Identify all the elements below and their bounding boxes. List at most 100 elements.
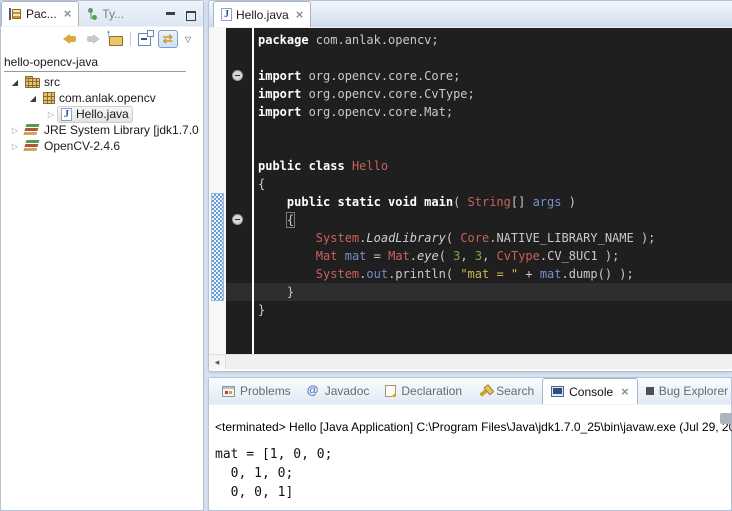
tab-package-explorer[interactable]: Pac... × [1,1,79,26]
code-line: { [258,211,732,229]
collapse-arrow-icon[interactable]: ◢ [9,78,21,87]
collapse-arrow-icon[interactable]: ◢ [27,94,39,103]
code-line [258,139,732,157]
close-icon[interactable]: × [621,387,629,397]
tree-item-com-anlak-opencv[interactable]: ◢ com.anlak.opencv [1,90,203,106]
editor-horizontal-scrollbar[interactable]: ◂ [209,354,732,369]
eclipse-workbench: Pac... × Ty... ⇄ ▽ hello-opencv-java ◢ sr… [0,0,732,511]
scroll-left-icon[interactable]: ◂ [209,356,226,369]
type-hierarchy-icon [86,8,98,20]
console-process-info: <terminated> Hello [Java Application] C:… [215,420,731,434]
code-line: System.out.println( "mat = " + mat.dump(… [258,265,732,283]
package-explorer-panel: Pac... × Ty... ⇄ ▽ hello-opencv-java ◢ sr… [0,0,204,511]
problems-icon [222,386,235,397]
search-icon [475,382,493,400]
java-file-icon [61,108,72,121]
editor-left-ruler [209,28,226,354]
maximize-icon [185,11,196,21]
tab-type-hierarchy[interactable]: Ty... [79,1,131,26]
gutter-separator [252,28,254,354]
package-icon [43,92,55,104]
maximize-button[interactable] [185,9,196,19]
library-icon [25,140,40,152]
view-menu-icon[interactable]: ▽ [185,35,191,44]
code-line: public static void main( String[] args ) [258,193,732,211]
java-file-icon [221,8,232,21]
tab-hello-java[interactable]: Hello.java × [213,1,311,27]
project-name[interactable]: hello-opencv-java [4,55,186,72]
explorer-tabstrip: Pac... × Ty... [1,1,203,27]
bottom-tabstrip: ProblemsJavadocDeclaration Search Console ×… [209,378,731,405]
minimize-icon [165,11,176,21]
code-line: import org.opencv.core.CvType; [258,85,732,103]
collapse-all-button[interactable] [138,33,151,46]
tab-label: Console [569,385,613,399]
go-up-button[interactable] [108,33,123,46]
code-editor[interactable]: package com.anlak.opencv; import org.open… [226,28,732,354]
tree-item-opencv-2-4-6[interactable]: ▷ OpenCV-2.4.6 [1,138,203,154]
code-line: } [258,283,732,301]
code-line: package com.anlak.opencv; [258,31,732,49]
fold-collapse-icon[interactable] [232,214,243,225]
toolbar-separator [130,32,131,46]
tab-label: Bug Explorer [659,384,728,398]
code-line [258,49,732,67]
library-icon [25,124,40,136]
tab-label: Search [496,384,534,398]
expand-arrow-icon[interactable]: ▷ [45,110,57,119]
tab-declaration[interactable]: Declaration [377,378,470,404]
tree-item-label: src [44,75,60,89]
code-line [258,121,732,139]
close-icon[interactable]: × [64,9,72,19]
tab-bug-explorer[interactable]: Bug Explorer [638,378,731,404]
console-icon [551,386,564,397]
console-output-line: 0, 0, 1] [215,483,731,502]
tab-label: Pac... [26,7,57,21]
javadoc-icon [307,385,320,398]
editor-tab-label: Hello.java [236,8,289,22]
forward-button[interactable] [85,33,101,45]
fold-gutter [226,28,252,354]
editor-panel: Hello.java × package com.anlak.opencv; im… [208,0,732,372]
package-folder-icon [25,76,40,88]
code-line: public class Hello [258,157,732,175]
tree-item-selection: JRE System Library [jdk1.7.0 [21,122,203,139]
tree-item-selection: Hello.java [57,106,133,123]
code-line: } [258,301,732,319]
tab-problems[interactable]: Problems [214,378,299,404]
tab-javadoc[interactable]: Javadoc [299,378,378,404]
tree-item-selection: OpenCV-2.4.6 [21,138,124,155]
expand-arrow-icon[interactable]: ▷ [9,126,21,135]
tree-item-label: Hello.java [76,107,129,121]
back-button[interactable] [62,33,78,45]
bug-icon [646,387,654,395]
tree-item-label: OpenCV-2.4.6 [44,139,120,153]
editor-tabstrip: Hello.java × [209,1,732,28]
code-area[interactable]: package com.anlak.opencv; import org.open… [254,28,732,354]
declaration-icon [385,385,396,397]
tree-item-src[interactable]: ◢ src [1,74,203,90]
tab-console[interactable]: Console × [542,378,638,404]
link-with-editor-button[interactable]: ⇄ [158,30,178,48]
tree-item-label: com.anlak.opencv [59,91,156,105]
code-line: Mat mat = Mat.eye( 3, 3, CvType.CV_8UC1 … [258,247,732,265]
close-icon[interactable]: × [296,10,304,20]
fold-collapse-icon[interactable] [232,70,243,81]
tree-item-selection: com.anlak.opencv [39,90,160,107]
minimize-button[interactable] [165,9,176,19]
tab-search[interactable]: Search [470,378,542,404]
console-panel: ProblemsJavadocDeclaration Search Console ×… [208,377,732,511]
code-line: { [258,175,732,193]
expand-arrow-icon[interactable]: ▷ [9,142,21,151]
code-line: import org.opencv.core.Core; [258,67,732,85]
console-output-line: mat = [1, 0, 0; [215,445,731,464]
package-explorer-icon [9,8,22,20]
tree-item-hello-java[interactable]: ▷ Hello.java [1,106,203,122]
console-output[interactable]: mat = [1, 0, 0; 0, 1, 0; 0, 0, 1] [215,445,731,502]
tab-label: Ty... [102,7,124,21]
editor-area: package com.anlak.opencv; import org.open… [209,28,732,354]
tree-item-jre-system-library-jdk1-7-0[interactable]: ▷ JRE System Library [jdk1.7.0 [1,122,203,138]
tree-item-label: JRE System Library [jdk1.7.0 [44,123,199,137]
console-toolbar-icon[interactable] [720,413,732,424]
explorer-toolbar: ⇄ ▽ [1,27,203,51]
